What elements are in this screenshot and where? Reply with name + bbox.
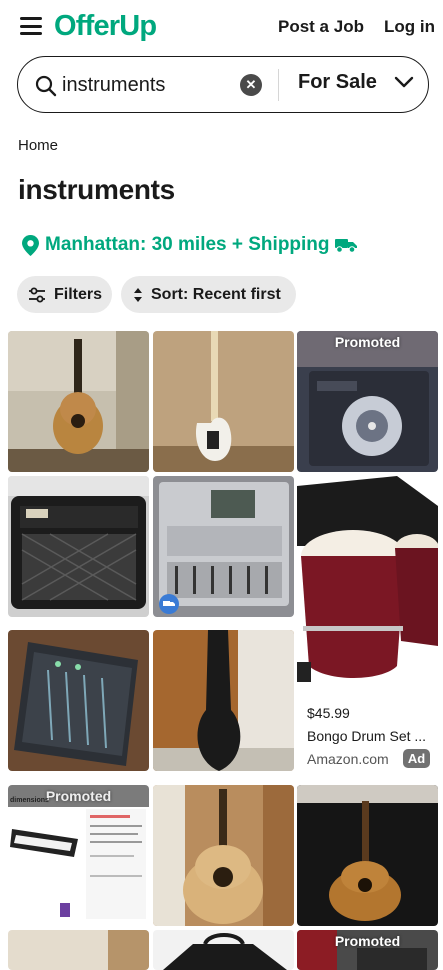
promoted-badge: Promoted xyxy=(334,334,401,350)
listing-photo xyxy=(153,331,294,472)
ad-title[interactable]: Bongo Drum Set ... xyxy=(307,728,435,744)
piano-dimensions-label: dimensions xyxy=(10,797,49,804)
listing-tile-promoted-partial[interactable]: Promoted xyxy=(297,930,438,970)
listing-photo xyxy=(153,930,294,970)
listing-tile-bongo-ad[interactable] xyxy=(297,476,438,690)
listing-tile-bass[interactable] xyxy=(153,331,294,472)
ad-source: Amazon.com xyxy=(307,751,389,767)
listing-photo xyxy=(297,785,438,926)
listing-tile-classical-guitar[interactable] xyxy=(297,785,438,926)
listing-tile-digital-piano[interactable]: Promoted dimensions xyxy=(8,785,149,926)
shipping-truck-icon xyxy=(159,594,179,614)
listing-photo xyxy=(153,630,294,771)
listing-photo xyxy=(8,331,149,472)
listing-photo xyxy=(8,785,149,926)
listing-tile-guitar[interactable] xyxy=(8,331,149,472)
listing-photo xyxy=(8,476,149,617)
listing-tile-mixer[interactable] xyxy=(153,476,294,617)
ad-price: $45.99 xyxy=(307,705,350,721)
listing-tile-acoustic-guitar[interactable] xyxy=(153,785,294,926)
promoted-badge: Promoted xyxy=(334,933,401,949)
listing-tile-black-bag[interactable] xyxy=(153,930,294,970)
listing-photo xyxy=(297,331,438,472)
listing-photo xyxy=(297,476,438,690)
listing-photo xyxy=(8,930,149,970)
listing-grid: Promoted $45.99 Bongo Drum Set ... Amazo… xyxy=(0,0,443,970)
ad-badge: Ad xyxy=(403,749,430,768)
listing-photo xyxy=(153,785,294,926)
listing-tile-turntable[interactable]: Promoted xyxy=(297,331,438,472)
listing-tile-partial-1[interactable] xyxy=(8,930,149,970)
listing-photo xyxy=(8,630,149,771)
listing-tile-guitar-case[interactable] xyxy=(153,630,294,771)
listing-tile-amplifier[interactable] xyxy=(8,476,149,617)
listing-tile-audio-mixer[interactable] xyxy=(8,630,149,771)
